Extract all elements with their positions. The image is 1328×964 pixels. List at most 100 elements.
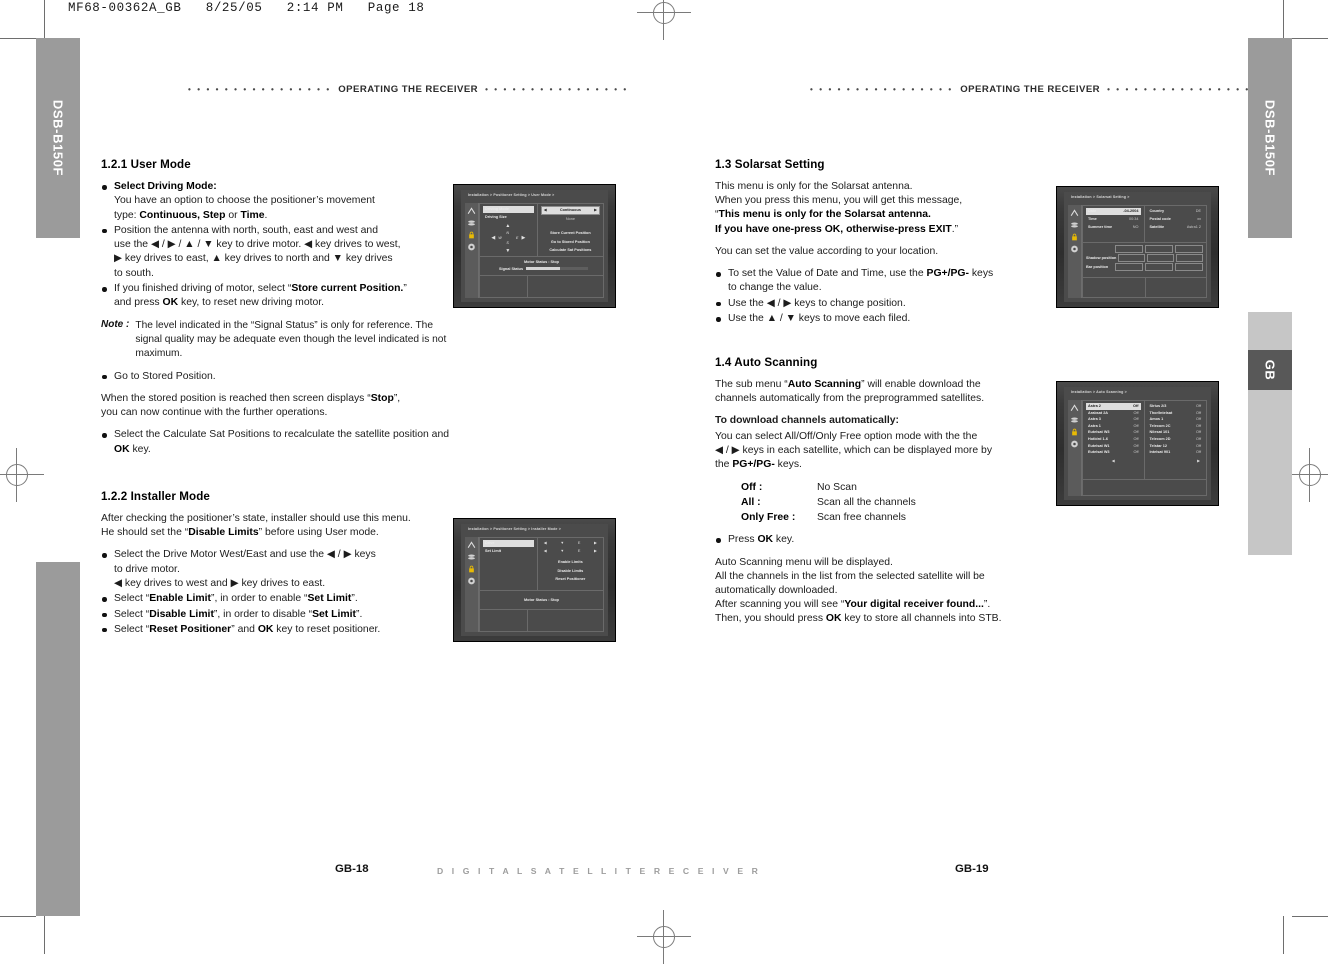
dpad-left-icon[interactable]: ◀	[491, 236, 495, 241]
stepper-right-icon[interactable]: ▶	[594, 207, 597, 214]
dpad-up-icon[interactable]: ▲	[505, 224, 510, 229]
settings-icon	[1071, 245, 1078, 253]
osd-icon-rail	[1068, 205, 1082, 298]
satellite-row[interactable]: Astra 1 Off	[1086, 423, 1141, 430]
osd-row-driving-mode[interactable]: Driving Mode	[483, 206, 534, 213]
screenshot-auto-scanning: Installation > Auto Scanning > Astra 2 O…	[1056, 381, 1219, 506]
dpad-down-icon[interactable]: ▼	[505, 249, 510, 254]
osd-action-go-stored[interactable]: Go to Stored Position	[541, 239, 600, 246]
stepper-right-icon[interactable]: ▶	[594, 540, 597, 547]
stepper-e-icon[interactable]: E	[578, 540, 581, 547]
grid-cell[interactable]	[1145, 245, 1173, 254]
osd-dpad[interactable]: ▲ ▼ ◀ ▶ N S W E	[491, 224, 525, 254]
autoscan-paragraph-1: The sub menu “Auto Scanning” will enable…	[715, 379, 985, 405]
satellite-name: Arabsat 2A	[1088, 410, 1109, 415]
satellite-row[interactable]: Telecom 2D Off	[1148, 436, 1204, 443]
stepper-right-icon[interactable]: ▶	[594, 548, 597, 555]
list-item: Select the Calculate Sat Positions to re…	[101, 428, 453, 457]
grid-cell[interactable]	[1115, 245, 1143, 254]
stepper-e-icon[interactable]: E	[578, 548, 581, 555]
osd-setlimit-stepper[interactable]: ◀ ▼ E ▶	[541, 547, 600, 556]
satellite-row[interactable]: Eutelsat W3 Off	[1086, 429, 1141, 436]
language-tab-below[interactable]	[1248, 390, 1292, 555]
satellite-mode: Off	[1133, 417, 1139, 422]
grid-cell[interactable]	[1145, 263, 1173, 272]
osd-row-label: Set Limit	[485, 548, 502, 553]
grid-cell[interactable]	[1118, 254, 1146, 263]
osd-field-postal-code[interactable]: Postal code xx	[1148, 215, 1204, 224]
page-number-right: GB-19	[955, 863, 989, 875]
satellite-row[interactable]: Thor/Intelsat Off	[1148, 410, 1204, 417]
satellite-row[interactable]: Astra 2 Off	[1086, 403, 1141, 410]
stepper-left-icon[interactable]: ◀	[544, 540, 547, 547]
stepper-down-icon[interactable]: ▼	[560, 540, 564, 547]
language-tab-gb[interactable]: GB	[1248, 350, 1292, 390]
satellite-row[interactable]: Eutelsat W3 Off	[1086, 449, 1141, 456]
osd-panel: Drive Set Limit ◀ ▼ E ▶ ◀ ▼ E ▶ Enable Limits …	[479, 537, 604, 632]
grid-cell[interactable]	[1115, 263, 1143, 272]
proof-header-text: MF68-00362A_GB 8/25/05 2:14 PM Page 18	[68, 1, 425, 15]
osd-field-label: Postal code	[1149, 216, 1171, 221]
osd-drive-stepper[interactable]: ◀ ▼ E ▶	[541, 540, 600, 547]
crop-mark-bottom-left-horizontal	[0, 916, 36, 917]
satellite-row[interactable]: Telstar 12 Off	[1148, 443, 1204, 450]
settings-icon	[1071, 440, 1078, 448]
stored-position-bullet-list: Go to Stored Position.	[101, 370, 453, 384]
osd-field-value: Astra1 2	[1186, 225, 1201, 230]
satellite-row[interactable]: Arabsat 2A Off	[1086, 410, 1141, 417]
stepper-left-icon[interactable]: ◀	[544, 207, 547, 214]
satellite-row[interactable]: Sirius 2/3 Off	[1148, 403, 1204, 410]
osd-field-satellite[interactable]: Satellite Astra1 2	[1148, 223, 1204, 232]
language-tab-above[interactable]	[1248, 312, 1292, 350]
satellite-row[interactable]: Hotbird 1-6 Off	[1086, 436, 1141, 443]
registration-mark-left	[0, 448, 44, 502]
note-text: The level indicated in the “Signal Statu…	[135, 319, 447, 359]
osd-action-reset-positioner[interactable]: Reset Positioner	[541, 576, 600, 583]
osd-field-time[interactable]: Time 00:34	[1086, 215, 1141, 224]
osd-field-summer-time[interactable]: Summer time NO	[1086, 223, 1141, 232]
osd-action-disable-limits[interactable]: Disable Limits	[541, 568, 600, 575]
user-mode-bullet-list: Select Driving Mode: You have an option t…	[101, 180, 453, 311]
dpad-south-label: S	[506, 241, 509, 246]
crop-mark-top-right-vertical	[1283, 0, 1284, 38]
satellite-row[interactable]: Nilesat 101 Off	[1148, 429, 1204, 436]
osd-row-label: Driving Size	[485, 214, 507, 219]
dpad-right-icon[interactable]: ▶	[522, 236, 526, 241]
autoscan-subheading: To download channels automatically:	[715, 415, 899, 427]
osd-auto-scanning: Installation > Auto Scanning > Astra 2 O…	[1064, 387, 1211, 500]
pager-next[interactable]: ▶	[1148, 458, 1204, 465]
grid-cell[interactable]	[1175, 245, 1203, 254]
pager-prev[interactable]: ◀	[1086, 458, 1141, 465]
satellite-row[interactable]: Intelsat 901 Off	[1148, 449, 1204, 456]
stepper-left-icon[interactable]: ◀	[544, 548, 547, 555]
satellite-name: Hotbird 1-6	[1088, 436, 1109, 441]
osd-action-store-current[interactable]: Store Current Position	[541, 230, 600, 237]
osd-field-country[interactable]: Country DE	[1148, 208, 1204, 215]
satellite-name: Telecom 2C	[1149, 423, 1171, 428]
osd-value: None	[565, 216, 575, 221]
definition-row: All : Scan all the channels	[741, 495, 1040, 510]
satellite-row[interactable]: Astra 3 Off	[1086, 416, 1141, 423]
running-head-left: • • • • • • • • • • • • • • • • OPERATIN…	[188, 84, 628, 95]
osd-row-drive[interactable]: Drive	[483, 540, 534, 547]
satellite-row[interactable]: Amos 1 Off	[1148, 416, 1204, 423]
satellite-row[interactable]: Telecom 2C Off	[1148, 423, 1204, 430]
grid-cell[interactable]	[1176, 254, 1203, 263]
osd-field-label: Time	[1088, 216, 1097, 221]
osd-label-bar-position: Bar position	[1086, 265, 1109, 270]
osd-row-set-limit[interactable]: Set Limit	[483, 547, 534, 556]
stepper-down-icon[interactable]: ▼	[560, 548, 564, 555]
osd-action-calculate[interactable]: Calculate Sat Positions	[541, 247, 600, 254]
osd-row-driving-size[interactable]: Driving Size	[483, 213, 534, 222]
grid-cell[interactable]	[1175, 263, 1203, 272]
satellite-row[interactable]: Eutelsat W1 Off	[1086, 443, 1141, 450]
installer-mode-bullet-list: Select the Drive Motor West/East and use…	[101, 548, 453, 637]
grid-cell[interactable]	[1147, 254, 1175, 263]
osd-value-driving-mode[interactable]: ◀ Continuous ▶	[540, 206, 600, 215]
solarsat-paragraph-2: You can set the value according to your …	[715, 245, 939, 257]
osd-action-enable-limits[interactable]: Enable Limits	[541, 559, 600, 566]
osd-field-date[interactable]: Date -04-2004	[1086, 208, 1141, 215]
osd-panel: Driving Mode Driving Size ▲ ▼ ◀ ▶ N S W …	[479, 203, 604, 298]
osd-icon-rail	[465, 203, 479, 298]
osd-row-label: Driving Mode	[485, 207, 510, 211]
